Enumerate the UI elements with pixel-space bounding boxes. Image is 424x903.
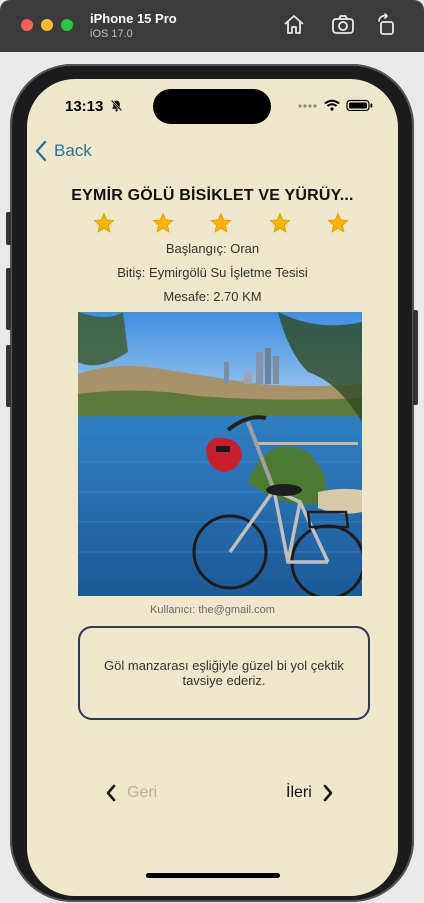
zoom-window-button[interactable] xyxy=(61,19,73,31)
minimize-window-button[interactable] xyxy=(41,19,53,31)
chevron-right-icon xyxy=(323,784,333,802)
route-distance: Mesafe: 2.70 KM xyxy=(163,289,262,304)
home-indicator[interactable] xyxy=(146,873,280,878)
route-title: EYMİR GÖLÜ BİSİKLET VE YÜRÜY... xyxy=(71,187,354,204)
rating-stars xyxy=(93,212,349,234)
power-button xyxy=(413,310,418,405)
comment-text: Göl manzarası eşliğiyle güzel bi yol çek… xyxy=(104,658,344,688)
volume-up-button xyxy=(6,268,11,330)
comment-box: Göl manzarası eşliğiyle güzel bi yol çek… xyxy=(78,626,370,720)
star-icon xyxy=(151,212,174,233)
close-window-button[interactable] xyxy=(21,19,33,31)
app-screen: 13:13 Back EYMİR GÖLÜ BİSİKLET VE YÜRÜY.… xyxy=(27,79,398,896)
os-version: iOS 17.0 xyxy=(90,28,133,40)
home-icon[interactable] xyxy=(282,13,306,37)
device-name: iPhone 15 Pro xyxy=(90,11,177,26)
star-icon xyxy=(327,212,349,233)
route-end: Bitiş: Eymirgölü Su İşletme Tesisi xyxy=(117,265,308,280)
status-time: 13:13 xyxy=(65,98,104,115)
action-button xyxy=(6,212,11,245)
bell-slash-icon xyxy=(110,99,123,112)
back-label: Back xyxy=(54,141,92,160)
previous-button[interactable]: Geri xyxy=(105,784,157,802)
volume-down-button xyxy=(6,345,11,407)
star-icon xyxy=(210,212,232,233)
signal-dots-icon xyxy=(298,104,317,108)
back-button[interactable]: Back xyxy=(34,140,92,162)
next-label: İleri xyxy=(286,784,312,801)
route-photo[interactable] xyxy=(78,312,362,596)
next-button[interactable]: İleri xyxy=(286,784,334,802)
wifi-icon xyxy=(324,99,340,111)
simulator-toolbar: iPhone 15 Pro iOS 17.0 xyxy=(0,0,424,52)
route-start: Başlangıç: Oran xyxy=(165,241,260,256)
rotate-icon[interactable] xyxy=(375,13,399,37)
chevron-left-icon xyxy=(35,140,47,162)
star-icon xyxy=(93,212,115,233)
previous-label: Geri xyxy=(127,784,158,801)
status-icons xyxy=(298,99,373,111)
route-user: Kullanıcı: the@gmail.com xyxy=(150,604,275,616)
chevron-left-icon xyxy=(106,784,116,802)
screenshot-icon[interactable] xyxy=(331,13,355,37)
star-icon xyxy=(268,212,291,233)
dynamic-island xyxy=(153,89,271,124)
battery-icon xyxy=(346,99,373,111)
